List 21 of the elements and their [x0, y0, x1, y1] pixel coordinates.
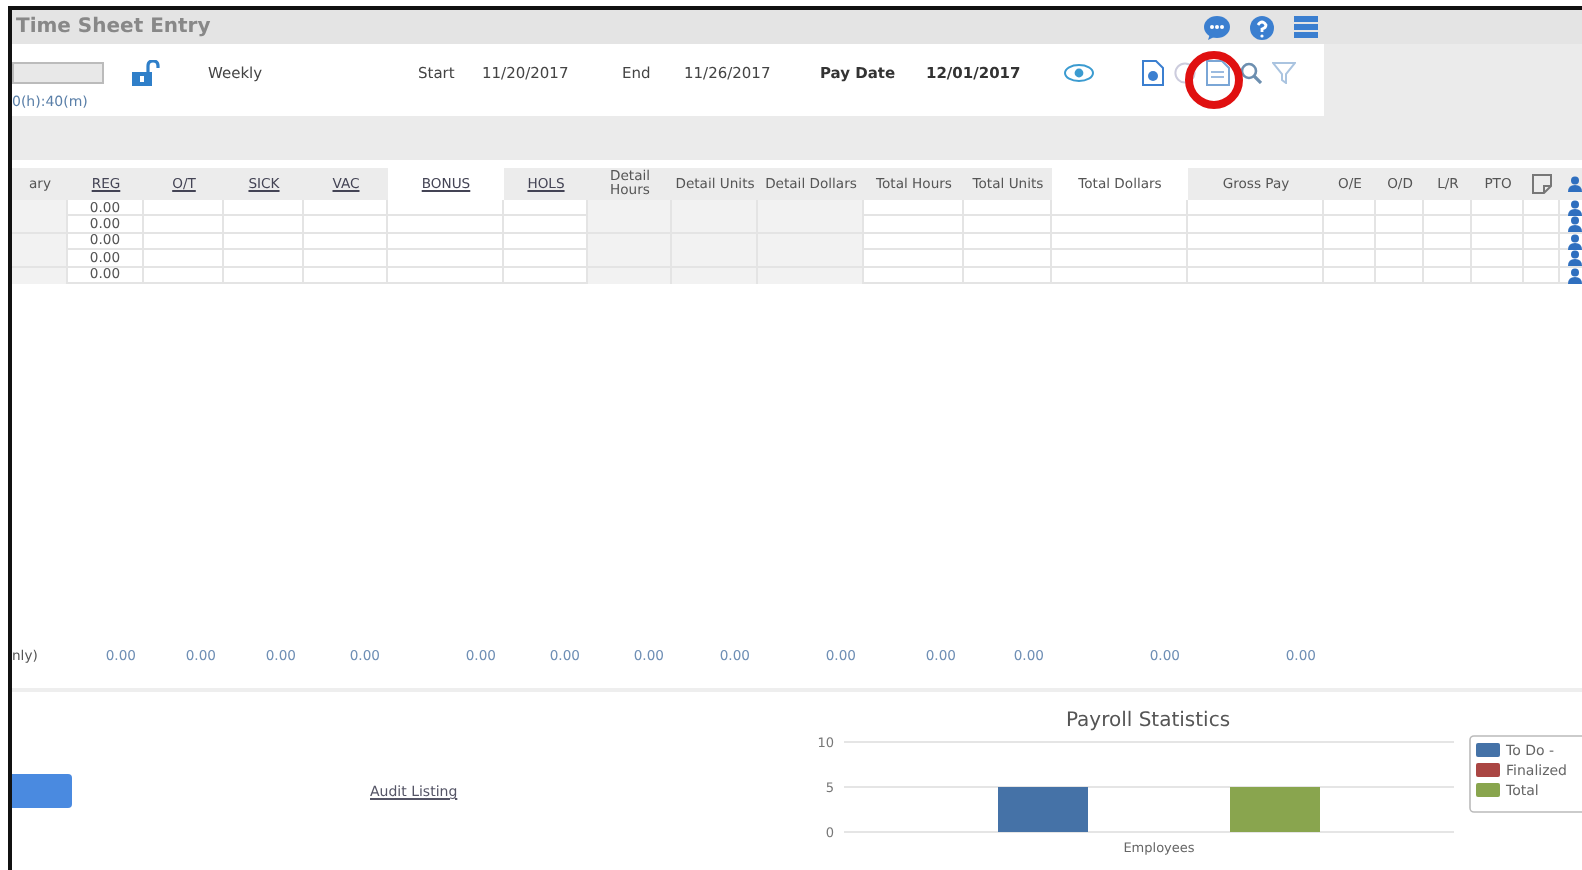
menu-icon[interactable] — [1294, 16, 1318, 38]
input-field[interactable] — [12, 61, 104, 83]
note-icon[interactable] — [1532, 174, 1552, 194]
person-icon[interactable] — [1567, 250, 1581, 267]
document-gear-icon[interactable] — [1142, 59, 1164, 85]
chart-title: Payroll Statistics — [1065, 709, 1231, 732]
person-icon[interactable] — [1567, 216, 1581, 233]
highlight-circle — [1184, 50, 1244, 110]
person-icon[interactable] — [1568, 176, 1582, 192]
help-icon[interactable] — [1250, 15, 1274, 39]
circle-icon[interactable] — [1174, 61, 1196, 83]
document-icon[interactable] — [1206, 59, 1230, 85]
unlocked-padlock-icon[interactable] — [132, 59, 160, 85]
action-button[interactable] — [12, 774, 72, 809]
chat-icon[interactable] — [1204, 15, 1230, 39]
person-icon[interactable] — [1567, 200, 1581, 216]
search-icon[interactable] — [1240, 61, 1262, 83]
person-icon[interactable] — [1567, 233, 1581, 250]
person-icon[interactable] — [1567, 267, 1581, 284]
window-title: Time Sheet Entry — [14, 16, 211, 38]
eye-icon[interactable] — [1064, 63, 1094, 81]
